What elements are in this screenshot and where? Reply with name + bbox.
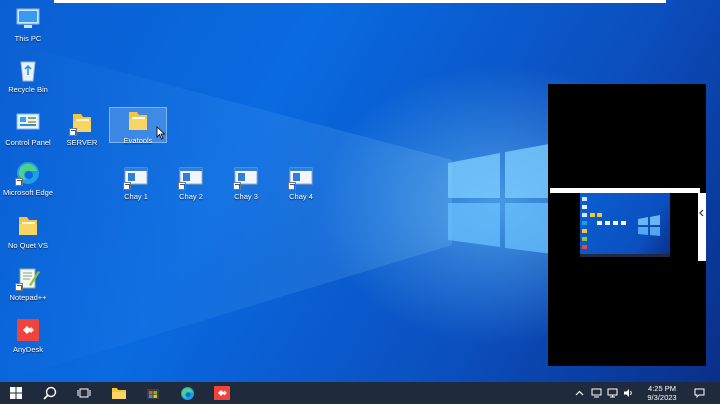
desktop-icon-label: Chay 3 — [234, 192, 258, 201]
monitor-icon — [607, 388, 617, 398]
shortcut-arrow-icon — [123, 182, 131, 190]
folder-icon — [14, 213, 42, 239]
network-icon — [591, 388, 601, 398]
chevron-up-icon — [575, 390, 583, 396]
folder-icon — [124, 108, 152, 134]
desktop-icon-chay-1[interactable]: Chay 1 — [108, 164, 164, 201]
desktop-icon-label: Chay 1 — [124, 192, 148, 201]
desktop-icon-label: This PC — [14, 34, 42, 43]
folder-icon — [68, 110, 96, 136]
mouse-cursor-icon — [156, 126, 166, 140]
edge-taskbar-button[interactable] — [171, 382, 203, 404]
clock-date: 9/3/2023 — [647, 393, 677, 402]
desktop-icon-no-quet-vs[interactable]: No Quet VS — [0, 213, 56, 250]
window-shortcut-icon — [177, 164, 205, 190]
shortcut-arrow-icon — [15, 283, 23, 291]
notification-center-button[interactable] — [690, 382, 708, 404]
desktop-icon-this-pc[interactable]: This PC — [0, 6, 56, 43]
desktop-icon-label: Recycle Bin — [8, 85, 48, 94]
desktop-icon-label: Notepad++ — [9, 293, 47, 302]
search-button[interactable] — [34, 382, 66, 404]
desktop-icon-chay-4[interactable]: Chay 4 — [273, 164, 329, 201]
edge-icon — [14, 160, 42, 186]
shortcut-arrow-icon — [288, 182, 296, 190]
desktop-icon-label: No Quet VS — [7, 241, 49, 250]
shortcut-arrow-icon — [15, 178, 23, 186]
anydesk-icon — [214, 386, 230, 400]
top-window-edge — [54, 0, 666, 3]
this-pc-icon — [14, 6, 42, 32]
notepad-plus-plus-icon — [14, 265, 42, 291]
desktop-icon-label: Chay 2 — [179, 192, 203, 201]
volume-icon — [623, 389, 632, 397]
desktop-icon-label: Control Panel — [5, 138, 51, 147]
store-button[interactable] — [137, 382, 169, 404]
desktop-icon-chay-2[interactable]: Chay 2 — [163, 164, 219, 201]
volume-button[interactable] — [620, 382, 636, 404]
desktop-icon-anydesk[interactable]: AnyDesk — [0, 317, 56, 354]
desktop-icon-label: AnyDesk — [12, 345, 43, 354]
taskbar: 4:25 PM 9/3/2023 — [0, 382, 720, 404]
shortcut-arrow-icon — [178, 182, 186, 190]
clock-time: 4:25 PM — [648, 384, 676, 393]
start-button[interactable] — [0, 382, 32, 404]
clock[interactable]: 4:25 PM 9/3/2023 — [638, 384, 686, 402]
control-panel-icon — [14, 110, 42, 136]
notification-icon — [694, 388, 704, 398]
window-shortcut-icon — [287, 164, 315, 190]
store-icon — [147, 389, 159, 399]
file-explorer-icon — [112, 387, 126, 399]
recycle-bin-icon — [14, 57, 42, 83]
edge-icon — [180, 386, 194, 400]
display-button[interactable] — [604, 382, 620, 404]
start-icon — [10, 387, 22, 399]
desktop-icon-label: SERVER — [66, 138, 98, 147]
desktop-icon-server[interactable]: SERVER — [54, 110, 110, 147]
desktop-icon-notepad-plus-plus[interactable]: Notepad++ — [0, 265, 56, 302]
show-hidden-icons-button[interactable] — [570, 382, 588, 404]
window-shortcut-icon — [122, 164, 150, 190]
shortcut-arrow-icon — [69, 128, 77, 136]
remote-session-side-panel[interactable] — [698, 193, 706, 261]
expand-icon[interactable] — [698, 208, 706, 218]
window-shortcut-icon — [232, 164, 260, 190]
desktop-icon-control-panel[interactable]: Control Panel — [0, 110, 56, 147]
remote-desktop-preview — [580, 197, 670, 257]
desktop-icon-microsoft-edge[interactable]: Microsoft Edge — [0, 160, 56, 197]
network-button[interactable] — [588, 382, 604, 404]
remote-desktop-thumbnail[interactable] — [580, 193, 670, 257]
anydesk-taskbar-button[interactable] — [206, 382, 238, 404]
anydesk-icon — [14, 317, 42, 343]
desktop-icon-chay-3[interactable]: Chay 3 — [218, 164, 274, 201]
desktop-icon-recycle-bin[interactable]: Recycle Bin — [0, 57, 56, 94]
desktop-icon-label: Microsoft Edge — [2, 188, 54, 197]
task-view-button[interactable] — [68, 382, 100, 404]
task-view-icon — [77, 388, 91, 398]
shortcut-arrow-icon — [233, 182, 241, 190]
file-explorer-button[interactable] — [103, 382, 135, 404]
search-icon — [43, 386, 57, 400]
desktop-icon-label: Chay 4 — [289, 192, 313, 201]
